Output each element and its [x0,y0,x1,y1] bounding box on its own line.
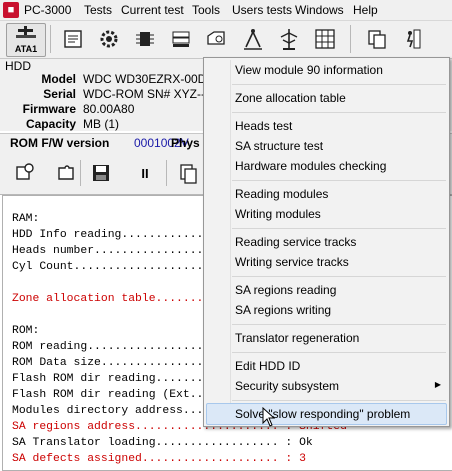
log-line: Modules directory address.... [12,405,211,417]
menu-help[interactable]: Help [353,3,378,17]
phys-label: Phys [171,136,200,150]
log-line: SA defects assigned.................... … [12,453,306,465]
certificate-button[interactable] [58,23,88,55]
menu-item-writing-service-tracks[interactable]: Writing service tracks [235,255,349,269]
serial-label: Serial [43,87,76,101]
capacity-value: MB (1) [83,117,119,131]
menu-separator [232,352,446,353]
disk-icon [207,31,225,45]
menu-item-writing-modules[interactable]: Writing modules [235,207,321,221]
serial-value: WDC-ROM SN# XYZ---- [83,87,213,101]
puzzle-gear-icon [16,163,34,180]
menu-separator [232,228,446,229]
menu-windows[interactable]: Windows [295,3,344,17]
balance-button[interactable] [274,23,304,55]
compass-button[interactable] [238,23,268,55]
certificate-icon [64,30,82,48]
grid-button[interactable] [310,23,340,55]
menu-separator [232,112,446,113]
exit-person-icon [406,29,421,49]
puzzle-icon [58,165,74,180]
copy-icon [180,164,197,184]
menu-current-test[interactable]: Current test [121,3,184,17]
menu-item-sa-regions-reading[interactable]: SA regions reading [235,283,336,297]
menu-item-heads-test[interactable]: Heads test [235,119,292,133]
menu-pc3000[interactable]: PC-3000 [24,3,71,17]
drive-stack-button[interactable] [166,23,196,55]
menu-item-view-module-90[interactable]: View module 90 information [235,63,383,77]
menu-separator [232,84,446,85]
hdd-group-title: HDD [5,59,31,73]
main-toolbar: ATA1 [0,21,452,59]
log-line: ROM: [12,325,40,337]
chip-icon [136,32,154,46]
chip-button[interactable] [130,23,160,55]
log-line: Flash ROM dir reading (Ext... [12,389,211,401]
menu-item-edit-hdd-id[interactable]: Edit HDD ID [235,359,300,373]
puzzle-gear-button[interactable] [12,160,38,186]
firmware-value: 80.00A80 [83,102,135,116]
settings-gear-icon [100,30,118,48]
compass-icon [244,29,262,50]
copy-log-button[interactable] [176,160,202,186]
submenu-arrow-icon: ▶ [434,380,441,389]
menu-separator [232,180,446,181]
menu-bar: ■ PC-3000 Tests Current test Tools Users… [0,0,452,21]
menu-separator [232,276,446,277]
save-icon [93,165,109,181]
log-line: ROM Data size................ [12,357,211,369]
menu-separator [232,324,446,325]
firmware-label: Firmware [22,102,76,116]
settings-button[interactable] [94,23,124,55]
menu-item-sa-regions-writing[interactable]: SA regions writing [235,303,331,317]
menu-tests[interactable]: Tests [84,3,112,17]
menu-item-hardware-modules-checking[interactable]: Hardware modules checking [235,159,386,173]
log-line: Cyl Count.................... [12,261,211,273]
menu-gutter [230,60,231,424]
log-line: Heads number................. [12,245,211,257]
disk-button[interactable] [202,23,232,55]
log-line: Zone allocation table........ [12,293,211,305]
model-label: Model [41,72,76,86]
log-line: RAM: [12,213,40,225]
menu-item-reading-service-tracks[interactable]: Reading service tracks [235,235,356,249]
drive-stack-icon [172,31,190,47]
ata1-button[interactable]: ATA1 [6,23,46,57]
context-menu: View module 90 information Zone allocati… [203,57,450,427]
grid-icon [315,29,335,49]
log-line: HDD Info reading............. [12,229,211,241]
ata1-label: ATA1 [14,44,38,54]
menu-item-security-subsystem[interactable]: Security subsystem [235,379,339,393]
log-line: SA Translator loading.................. … [12,437,313,449]
log-line: Flash ROM dir reading........ [12,373,211,385]
capacity-label: Capacity [25,117,76,131]
toolbar-divider [350,25,351,53]
menu-item-translator-regeneration[interactable]: Translator regeneration [235,331,359,345]
exit-button[interactable] [398,23,428,55]
balance-icon [280,29,298,50]
copy-icon [368,30,386,49]
menu-item-zone-allocation-table[interactable]: Zone allocation table [235,91,346,105]
toolbar-divider [80,160,81,186]
pause-button[interactable]: II [132,160,158,186]
menu-separator [232,400,446,401]
puzzle-button[interactable] [54,160,80,186]
menu-users-tests[interactable]: Users tests [232,3,292,17]
model-value: WDC WD30EZRX-00D8P [83,72,222,86]
menu-tools[interactable]: Tools [192,3,220,17]
menu-item-reading-modules[interactable]: Reading modules [235,187,328,201]
mouse-cursor-icon [262,407,276,427]
ata-drive-icon [16,26,36,38]
save-button[interactable] [88,160,114,186]
menu-item-sa-structure-test[interactable]: SA structure test [235,139,323,153]
app-logo-icon[interactable]: ■ [3,2,19,18]
rom-fw-version-label: ROM F/W version [10,136,110,150]
toolbar-divider [166,160,167,186]
log-line: ROM reading.................. [12,341,211,353]
copy-button[interactable] [362,23,392,55]
toolbar-divider [50,25,51,53]
